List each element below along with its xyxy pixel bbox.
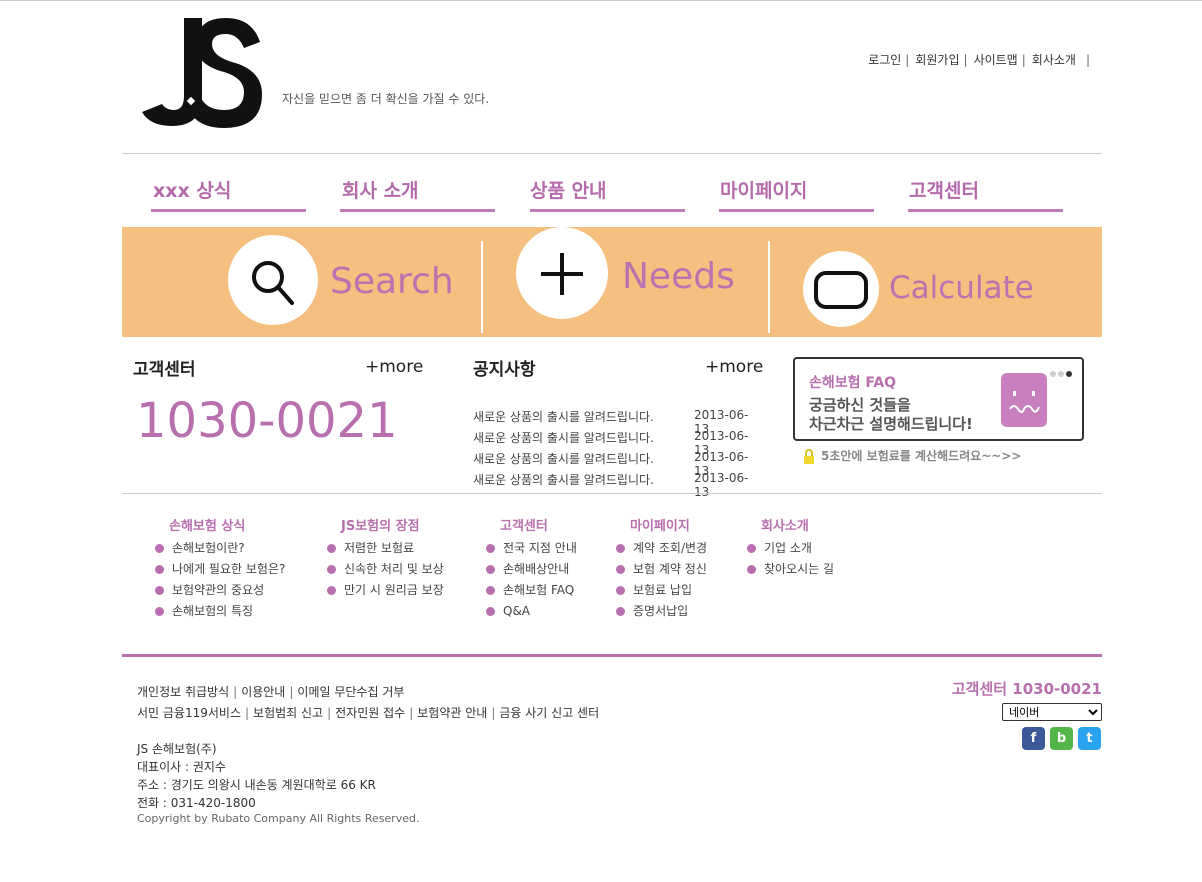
footer-links-row-1: 개인정보 취급방식 | 이용안내 | 이메일 무단수집 거부 — [137, 685, 405, 699]
faq-title: 손해보험 FAQ — [809, 375, 897, 391]
sitemap-link[interactable]: 저렴한 보험료 — [327, 538, 444, 559]
sitemap-link[interactable]: 사이트맵 — [974, 53, 1018, 67]
nav-item-customer-center[interactable]: 고객센터 — [908, 176, 1063, 212]
js-logo[interactable] — [140, 12, 268, 132]
sitemap-heading[interactable]: 마이페이지 — [616, 515, 707, 534]
fraud-report-link[interactable]: 보험범죄 신고 — [253, 706, 323, 720]
sitemap-link[interactable]: 찾아오시는 길 — [747, 559, 834, 580]
nav-item-mypage[interactable]: 마이페이지 — [719, 176, 874, 212]
carousel-dots[interactable] — [1048, 362, 1072, 381]
sitemap-link[interactable]: 계약 조회/변경 — [616, 538, 707, 559]
finance-119-link[interactable]: 서민 금융119서비스 — [137, 706, 241, 720]
sitemap-heading[interactable]: 고객센터 — [486, 515, 577, 534]
quick-banner: Search Needs Calculate — [122, 227, 1102, 337]
faq-line-1: 궁금하신 것들을 — [809, 396, 911, 414]
customer-center-title: 고객센터 — [133, 360, 196, 380]
faq-character-icon — [1001, 373, 1047, 427]
main-nav: xxx 상식 회사 소개 상품 안내 마이페이지 고객센터 — [122, 154, 1102, 226]
sitemap-link[interactable]: 전국 지점 안내 — [486, 538, 577, 559]
sitemap-column: JS보험의 장점 저렴한 보험료 신속한 처리 및 보상 만기 시 원리금 보장 — [327, 515, 444, 601]
company-name: JS 손해보험(주) — [137, 742, 217, 756]
copyright: Copyright by Rubato Company All Rights R… — [137, 812, 420, 825]
terms-link[interactable]: 이용안내 — [241, 685, 285, 699]
customer-center-phone: 1030-0021 — [136, 393, 398, 449]
sitemap-link[interactable]: 보험 계약 정신 — [616, 559, 707, 580]
sitemap-link[interactable]: 기업 소개 — [747, 538, 834, 559]
civil-complaint-link[interactable]: 전자민원 접수 — [335, 706, 405, 720]
sitemap-heading[interactable]: JS보험의 장점 — [327, 515, 444, 534]
privacy-policy-link[interactable]: 개인정보 취급방식 — [137, 685, 229, 699]
terms-guide-link[interactable]: 보험약관 안내 — [417, 706, 487, 720]
sitemap-column: 손해보험 상식 손해보험이란? 나에게 필요한 보험은? 보험약관의 중요성 손… — [155, 515, 285, 622]
banner-divider — [481, 241, 483, 333]
sitemap-link[interactable]: 손해보험의 특징 — [155, 601, 285, 622]
header: 자신을 믿으면 좀 더 확신을 가질 수 있다. 로그인 | 회원가입 | 사이트맵 | 회… — [122, 0, 1102, 154]
sitemap-link[interactable]: 신속한 처리 및 보상 — [327, 559, 444, 580]
notice-title: 공지사항 — [473, 360, 536, 380]
blog-icon[interactable]: b — [1050, 727, 1073, 750]
company-link[interactable]: 회사소개 — [1032, 53, 1076, 67]
faq-card[interactable]: 손해보험 FAQ 궁금하신 것들을 차근차근 설명해드립니다! — [793, 357, 1084, 441]
search-label: Search — [330, 261, 454, 302]
sitemap-heading[interactable]: 회사소개 — [747, 515, 834, 534]
footer-call-center: 고객센터 1030-0021 — [951, 680, 1102, 698]
notice-more-link[interactable]: +more — [705, 357, 763, 377]
calculate-premium-link[interactable]: 5초안에 보험료를 계산해드려요~~>> — [803, 447, 1021, 465]
customer-center-more-link[interactable]: +more — [365, 357, 423, 377]
signup-link[interactable]: 회원가입 — [915, 53, 959, 67]
sitemap-link[interactable]: Q&A — [486, 601, 577, 622]
facebook-icon[interactable]: f — [1022, 727, 1045, 750]
search-icon — [228, 235, 318, 325]
sitemap-column: 회사소개 기업 소개 찾아오시는 길 — [747, 515, 834, 580]
sitemap-link[interactable]: 보험료 납입 — [616, 580, 707, 601]
calculate-label: Calculate — [889, 270, 1034, 306]
calculator-icon — [803, 251, 879, 327]
sitemap-link[interactable]: 나에게 필요한 보험은? — [155, 559, 285, 580]
faq-line-2: 차근차근 설명해드립니다! — [809, 415, 973, 433]
plus-icon — [516, 227, 608, 319]
sitemap-link[interactable]: 증명서납입 — [616, 601, 707, 622]
needs-label: Needs — [622, 256, 735, 297]
sitemap-column: 마이페이지 계약 조회/변경 보험 계약 정신 보험료 납입 증명서납입 — [616, 515, 707, 622]
footer-links-row-2: 서민 금융119서비스 | 보험범죄 신고 | 전자민원 접수 | 보험약관 안내 | 금융 사… — [137, 706, 600, 720]
nav-item-products[interactable]: 상품 안내 — [530, 176, 685, 212]
twitter-icon[interactable]: t — [1078, 727, 1101, 750]
banner-divider — [768, 241, 770, 333]
email-refusal-link[interactable]: 이메일 무단수집 거부 — [297, 685, 404, 699]
calculate-banner-button[interactable]: Calculate — [803, 227, 1063, 337]
sitemap-link[interactable]: 손해배상안내 — [486, 559, 577, 580]
nav-item-company[interactable]: 회사 소개 — [340, 176, 495, 212]
tel-info: 전화 : 031-420-1800 — [137, 796, 256, 810]
family-site-select[interactable]: 네이버 — [1002, 703, 1102, 721]
divider — [122, 493, 1102, 494]
address-info: 주소 : 경기도 의왕시 내손동 계원대학로 66 KR — [137, 778, 376, 792]
login-link[interactable]: 로그인 — [868, 53, 901, 67]
needs-banner-button[interactable]: Needs — [516, 227, 746, 337]
sitemap-link[interactable]: 보험약관의 중요성 — [155, 580, 285, 601]
sitemap-column: 고객센터 전국 지점 안내 손해배상안내 손해보험 FAQ Q&A — [486, 515, 577, 622]
sitemap-link[interactable]: 만기 시 원리금 보장 — [327, 580, 444, 601]
search-banner-button[interactable]: Search — [228, 227, 458, 337]
footer-divider — [122, 654, 1102, 657]
ceo-info: 대표이사 : 권지수 — [137, 760, 226, 774]
slogan: 자신을 믿으면 좀 더 확신을 가질 수 있다. — [282, 92, 490, 106]
sitemap-link[interactable]: 손해보험 FAQ — [486, 580, 577, 601]
scam-report-center-link[interactable]: 금융 사기 신고 센터 — [499, 706, 599, 720]
utility-nav: 로그인 | 회원가입 | 사이트맵 | 회사소개 | — [868, 53, 1090, 67]
sitemap-heading[interactable]: 손해보험 상식 — [155, 515, 285, 534]
sitemap-link[interactable]: 손해보험이란? — [155, 538, 285, 559]
lock-icon — [804, 448, 814, 464]
nav-item-common-sense[interactable]: xxx 상식 — [151, 176, 306, 212]
